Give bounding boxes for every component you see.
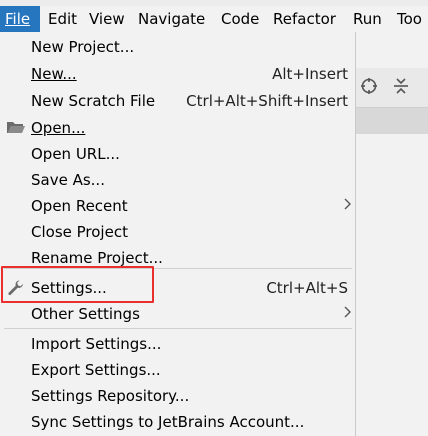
menu-item-shortcut: Ctrl+Alt+Shift+Insert [186, 92, 348, 110]
menu-item-sync-settings[interactable]: Sync Settings to JetBrains Account... [0, 409, 356, 435]
menu-file[interactable]: File [0, 6, 40, 32]
menu-view[interactable]: View [83, 6, 134, 32]
settings-highlight-box [1, 266, 154, 303]
menu-item-new[interactable]: New... Alt+Insert [0, 61, 356, 87]
menu-navigate-label: Navigate [138, 10, 206, 28]
menu-separator [4, 328, 352, 329]
menu-item-new-project[interactable]: New Project... [0, 34, 356, 60]
menu-item-other-settings[interactable]: Other Settings [0, 301, 356, 327]
menu-view-label: View [89, 10, 125, 28]
menu-refactor[interactable]: Refactor [269, 6, 349, 32]
menu-item-label: New Scratch File [31, 92, 156, 110]
menu-code[interactable]: Code [215, 6, 269, 32]
menu-code-label: Code [221, 10, 260, 28]
menu-run-label: Run [353, 10, 382, 28]
menu-edit[interactable]: Edit [40, 6, 83, 32]
menu-item-export-settings[interactable]: Export Settings... [0, 357, 356, 383]
menu-item-new-scratch-file[interactable]: New Scratch File Ctrl+Alt+Shift+Insert [0, 88, 356, 114]
menu-item-label: Open Recent [31, 197, 128, 215]
collapse-icon[interactable] [392, 77, 410, 95]
menu-item-close-project[interactable]: Close Project [0, 219, 356, 245]
menu-item-import-settings[interactable]: Import Settings... [0, 331, 356, 357]
menu-item-save-as[interactable]: Save As... [0, 167, 356, 193]
menu-item-open[interactable]: Open... [0, 115, 356, 141]
folder-icon [6, 119, 26, 137]
menu-refactor-label: Refactor [273, 10, 336, 28]
menu-item-shortcut: Ctrl+Alt+S [266, 279, 348, 297]
menu-item-label: Settings Repository... [31, 387, 190, 405]
menu-item-label: Import Settings... [31, 335, 162, 353]
menu-item-label: Sync Settings to JetBrains Account... [31, 413, 305, 431]
menu-item-open-url[interactable]: Open URL... [0, 141, 356, 167]
menu-item-label: Open URL... [31, 145, 120, 163]
chevron-right-icon [344, 304, 352, 324]
menu-item-label: Export Settings... [31, 361, 161, 379]
menu-item-open-recent[interactable]: Open Recent [0, 193, 356, 219]
menu-item-label: Other Settings [31, 305, 140, 323]
menu-bar: File Edit View Navigate Code Refactor Ru… [0, 6, 428, 32]
menu-edit-label: Edit [48, 10, 78, 28]
menu-item-label: Open... [31, 119, 86, 137]
menu-item-label: Save As... [31, 171, 105, 189]
menu-item-label: New Project... [31, 38, 135, 56]
menu-item-label: Close Project [31, 223, 128, 241]
menu-item-settings-repository[interactable]: Settings Repository... [0, 383, 356, 409]
file-menu-dropdown: New Project... New... Alt+Insert New Scr… [0, 32, 356, 436]
menu-tools-label: Too [397, 10, 422, 28]
chevron-right-icon [344, 196, 352, 216]
menu-item-label: New... [31, 65, 77, 83]
menu-item-shortcut: Alt+Insert [272, 65, 348, 83]
menu-tools[interactable]: Too [391, 6, 428, 32]
menu-navigate[interactable]: Navigate [134, 6, 215, 32]
menu-run[interactable]: Run [349, 6, 391, 32]
target-icon[interactable] [360, 77, 378, 95]
menu-item-label: Rename Project... [31, 249, 163, 267]
